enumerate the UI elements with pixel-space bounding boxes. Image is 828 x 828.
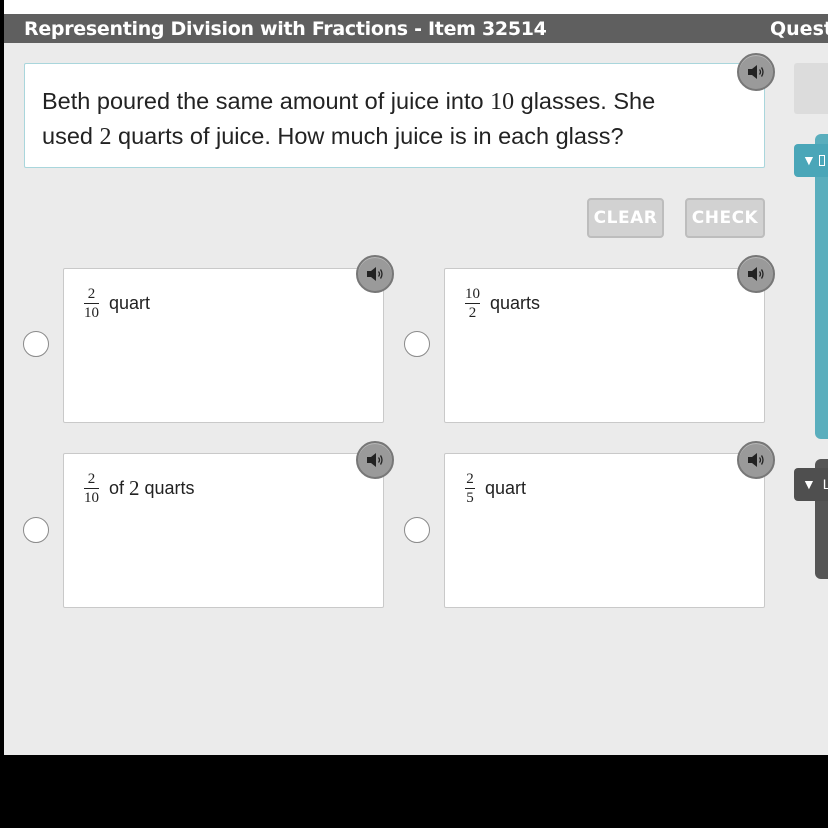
page-title: Representing Division with Fractions - I… bbox=[24, 18, 547, 40]
fraction-bar bbox=[84, 303, 99, 304]
fraction-denominator: 10 bbox=[84, 305, 99, 321]
question-text-segment: glasses. She bbox=[514, 88, 656, 114]
fraction-denominator: 5 bbox=[466, 490, 474, 506]
choice-c-of: of bbox=[109, 478, 125, 498]
check-button[interactable]: CHECK bbox=[685, 198, 765, 238]
title-bar: Representing Division with Fractions - I… bbox=[4, 14, 828, 43]
speaker-icon bbox=[748, 267, 764, 281]
choice-b-content: 10 2 quarts bbox=[465, 286, 541, 321]
question-text-segment: Beth poured the same amount of juice int… bbox=[42, 88, 491, 114]
fraction: 10 2 bbox=[465, 286, 480, 321]
choice-b-audio-button[interactable] bbox=[737, 255, 775, 293]
clear-button[interactable]: CLEAR bbox=[587, 198, 664, 238]
question-text: Beth poured the same amount of juice int… bbox=[42, 84, 742, 154]
choice-a-card[interactable]: 2 10 quart bbox=[63, 268, 384, 423]
choice-c-radio[interactable] bbox=[23, 517, 49, 543]
choice-c-unit: quarts bbox=[144, 478, 195, 498]
app-window: Representing Division with Fractions - I… bbox=[4, 0, 828, 755]
top-strip bbox=[4, 0, 828, 14]
fraction-numerator: 2 bbox=[87, 286, 96, 302]
question-text-segment: quarts of juice. How much juice is in ea… bbox=[111, 123, 624, 149]
question-box: Beth poured the same amount of juice int… bbox=[24, 63, 765, 168]
fraction-numerator: 2 bbox=[466, 471, 474, 487]
speaker-icon bbox=[748, 65, 764, 79]
triangle-down-icon: ▼ bbox=[802, 476, 816, 492]
fraction-denominator: 2 bbox=[468, 305, 477, 321]
fraction-bar bbox=[84, 488, 99, 489]
choice-c-card[interactable]: 2 10 of 2 quarts bbox=[63, 453, 384, 608]
panel-icon bbox=[818, 155, 825, 166]
fraction-numerator: 10 bbox=[465, 286, 480, 302]
fraction-denominator: 10 bbox=[84, 490, 99, 506]
choice-c-content: 2 10 of 2 quarts bbox=[84, 471, 195, 506]
choice-d-unit: quart bbox=[485, 478, 527, 498]
fraction-bar bbox=[465, 303, 480, 304]
choice-d-audio-button[interactable] bbox=[737, 441, 775, 479]
choice-d-card[interactable]: 2 5 quart bbox=[444, 453, 765, 608]
speaker-icon bbox=[367, 453, 383, 467]
side-panel-dark-label: L bbox=[822, 476, 828, 492]
choice-c-audio-button[interactable] bbox=[356, 441, 394, 479]
choice-a-audio-button[interactable] bbox=[356, 255, 394, 293]
question-counter-label: Questi bbox=[770, 18, 828, 40]
fraction: 2 10 bbox=[84, 286, 99, 321]
choice-b-card[interactable]: 10 2 quarts bbox=[444, 268, 765, 423]
question-audio-button[interactable] bbox=[737, 53, 775, 91]
fraction: 2 5 bbox=[465, 471, 475, 506]
choice-b-unit: quarts bbox=[490, 293, 541, 313]
choice-d-content: 2 5 quart bbox=[465, 471, 527, 506]
question-number-quarts: 2 bbox=[99, 124, 112, 150]
choice-a-content: 2 10 quart bbox=[84, 286, 151, 321]
side-panel-teal bbox=[815, 134, 828, 439]
triangle-down-icon: ▼ bbox=[802, 152, 816, 168]
side-panel-teal-toggle[interactable]: ▼ bbox=[794, 144, 828, 177]
fraction-bar bbox=[465, 488, 475, 489]
choice-c-number: 2 bbox=[129, 476, 140, 500]
fraction-numerator: 2 bbox=[87, 471, 96, 487]
side-panel-tab[interactable] bbox=[794, 63, 828, 114]
speaker-icon bbox=[367, 267, 383, 281]
choice-a-unit: quart bbox=[109, 293, 151, 313]
question-text-segment: used bbox=[42, 123, 100, 149]
speaker-icon bbox=[748, 453, 764, 467]
choice-a-radio[interactable] bbox=[23, 331, 49, 357]
side-panel-dark-toggle[interactable]: ▼ L bbox=[794, 468, 828, 501]
choice-d-radio[interactable] bbox=[404, 517, 430, 543]
choice-b-radio[interactable] bbox=[404, 331, 430, 357]
fraction: 2 10 bbox=[84, 471, 99, 506]
question-number-glasses: 10 bbox=[490, 89, 515, 115]
